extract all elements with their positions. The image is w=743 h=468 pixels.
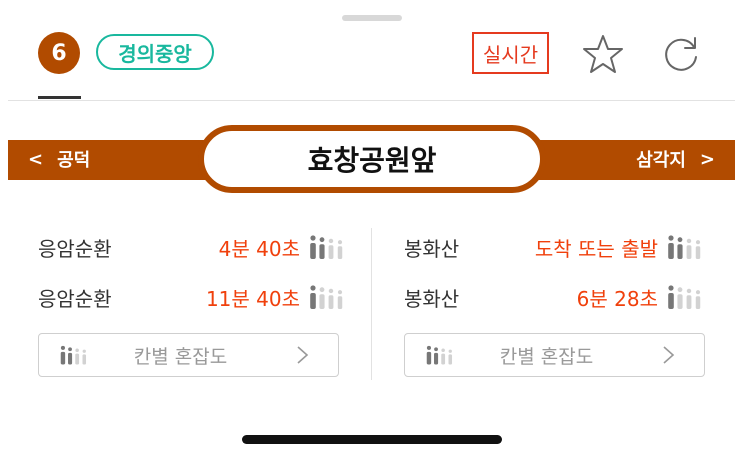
crowd-figure-body <box>310 243 316 259</box>
header-divider <box>8 100 735 101</box>
crowd-figure-body <box>328 245 334 259</box>
crowd-figure-body <box>310 293 316 309</box>
crowd-icon <box>310 285 343 309</box>
crowd-figure-body <box>668 243 674 259</box>
next-station-button[interactable]: 삼각지 > <box>636 146 715 172</box>
next-station-name: 삼각지 <box>636 150 686 171</box>
crowd-figure-body <box>328 295 334 309</box>
line-name: 경의중앙 <box>118 41 192 66</box>
sheet-grabber[interactable] <box>342 15 402 21</box>
crowd-figure-head <box>328 238 334 244</box>
crowd-figure-head <box>60 345 65 350</box>
arrival-row: 응암순환 11분 40초 <box>38 272 346 322</box>
crowd-figure-body <box>668 293 674 309</box>
crowd-figure-body <box>677 244 683 259</box>
arrival-time: 4분 40초 <box>218 236 300 261</box>
arrival-time: 6분 28초 <box>576 286 658 311</box>
crowd-figure-head <box>310 285 316 291</box>
crowd-figure-body <box>426 351 432 365</box>
crowd-figure-body <box>695 296 701 309</box>
crowd-figure-head <box>310 235 316 241</box>
crowd-figure-head <box>337 240 343 245</box>
crowd-figure-head <box>668 235 674 241</box>
crowd-figure-head <box>695 240 701 245</box>
arrival-time: 11분 40초 <box>205 286 300 311</box>
arrival-row: 봉화산 도착 또는 출발 <box>404 222 704 272</box>
realtime-button[interactable]: 실시간 <box>472 32 549 74</box>
crowd-figure-head <box>677 237 683 243</box>
car-congestion-button-left[interactable]: 칸별 혼잡도 <box>38 333 339 377</box>
refresh-icon[interactable] <box>660 33 702 75</box>
prev-station-button[interactable]: < 공덕 <box>28 146 90 172</box>
crowd-figure-body <box>677 294 683 309</box>
current-station-name: 효창공원앞 <box>307 144 437 177</box>
congestion-label: 칸별 혼잡도 <box>133 345 228 368</box>
arrival-row: 응암순환 4분 40초 <box>38 222 346 272</box>
crowd-figure-body <box>695 246 701 259</box>
crowd-figure-body <box>319 244 325 259</box>
crowd-figure-head <box>686 288 692 294</box>
line-name-chip[interactable]: 경의중앙 <box>96 34 214 70</box>
arrival-destination: 봉화산 <box>404 236 460 261</box>
chevron-right-icon: > <box>699 148 715 170</box>
prev-station-name: 공덕 <box>57 150 91 171</box>
car-congestion-button-right[interactable]: 칸별 혼잡도 <box>404 333 705 377</box>
chevron-left-icon: < <box>28 148 44 170</box>
crowd-figure-head <box>686 238 692 244</box>
crowd-figure-head <box>337 290 343 295</box>
current-station: 효창공원앞 <box>198 125 546 193</box>
chevron-right-icon <box>663 346 675 364</box>
arrival-time: 도착 또는 출발 <box>534 236 658 261</box>
congestion-label: 칸별 혼잡도 <box>499 345 594 368</box>
crowd-icon <box>310 235 343 259</box>
column-divider <box>371 228 372 380</box>
crowd-figure-body <box>686 245 692 259</box>
crowd-figure-head <box>668 285 674 291</box>
line-number: 6 <box>51 40 67 66</box>
crowd-figure-head <box>328 288 334 294</box>
crowd-figure-body <box>337 246 343 259</box>
star-icon[interactable] <box>582 33 624 75</box>
arrival-row: 봉화산 6분 28초 <box>404 272 704 322</box>
arrival-destination: 응암순환 <box>38 236 112 261</box>
crowd-figure-body <box>686 295 692 309</box>
crowd-figure-head <box>695 290 701 295</box>
home-indicator[interactable] <box>242 435 502 444</box>
active-tab-underline <box>38 96 81 99</box>
crowd-figure-head <box>319 287 325 293</box>
realtime-label: 실시간 <box>482 42 539 67</box>
crowd-figure-body <box>60 351 66 365</box>
arrival-destination: 응암순환 <box>38 286 112 311</box>
arrival-destination: 봉화산 <box>404 286 460 311</box>
crowd-figure-body <box>319 294 325 309</box>
line-number-badge[interactable]: 6 <box>38 32 80 74</box>
crowd-icon <box>668 235 701 259</box>
crowd-figure-head <box>426 345 431 350</box>
arrivals-right-column: 봉화산 도착 또는 출발 봉화산 6분 28초 <box>404 222 704 322</box>
chevron-right-icon <box>297 346 309 364</box>
crowd-figure-head <box>319 237 325 243</box>
crowd-figure-head <box>677 287 683 293</box>
crowd-figure-body <box>337 296 343 309</box>
crowd-icon <box>668 285 701 309</box>
arrivals-left-column: 응암순환 4분 40초 응암순환 11분 40초 <box>38 222 346 322</box>
